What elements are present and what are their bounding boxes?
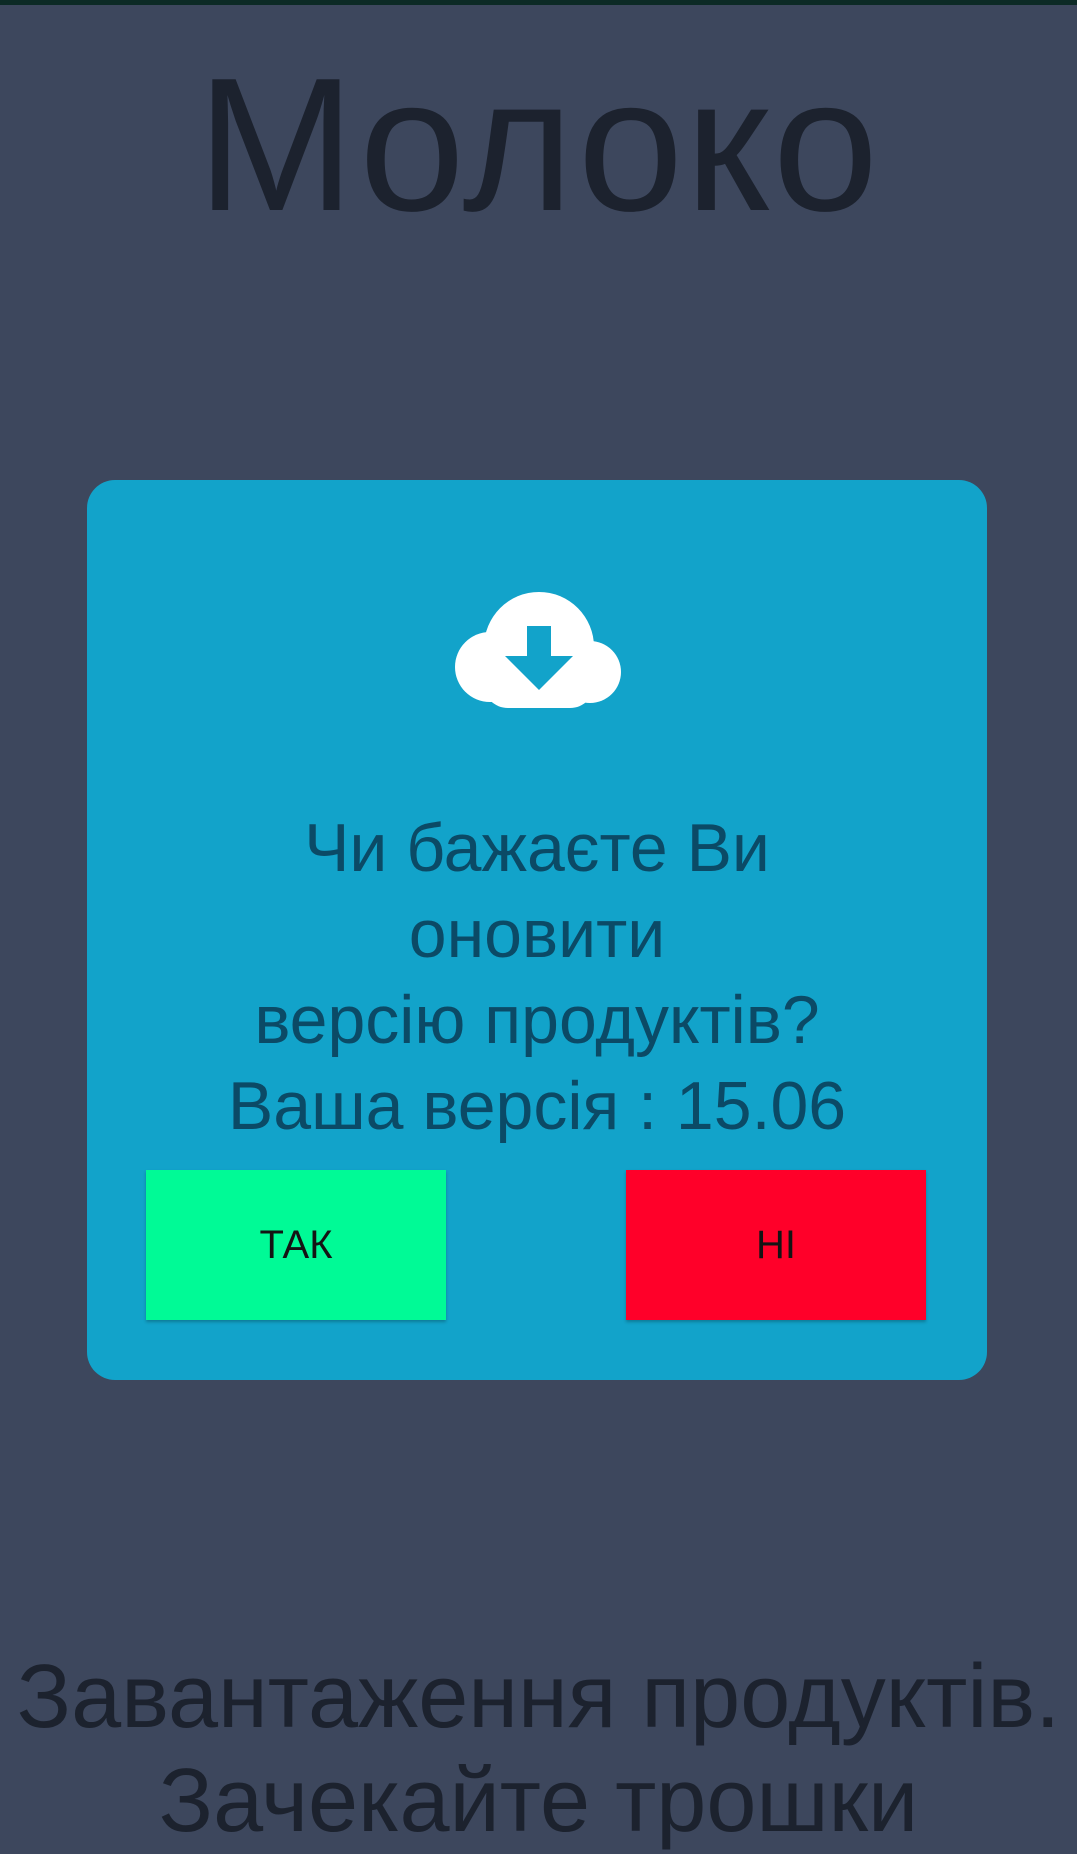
status-bar (0, 0, 1077, 5)
message-line: Ваша версія : 15.06 (227, 1068, 847, 1144)
update-dialog: Чи бажаєте Ви оновити версію продуктів? … (87, 480, 987, 1380)
loading-line: Зачекайте трошки (158, 1751, 919, 1851)
message-line: оновити (408, 896, 666, 972)
yes-button[interactable]: ТАК (146, 1170, 446, 1320)
cloud-download-icon (455, 592, 621, 708)
message-line: версію продуктів? (254, 982, 820, 1058)
dialog-message: Чи бажаєте Ви оновити версію продуктів? … (87, 805, 987, 1149)
loading-line: Завантаження продуктів. (16, 1647, 1061, 1747)
app-title: Молоко (196, 39, 881, 251)
message-line: Чи бажаєте Ви (304, 810, 770, 886)
loading-message: Завантаження продуктів. Зачекайте трошки (0, 1645, 1077, 1853)
no-button[interactable]: НІ (626, 1170, 926, 1320)
